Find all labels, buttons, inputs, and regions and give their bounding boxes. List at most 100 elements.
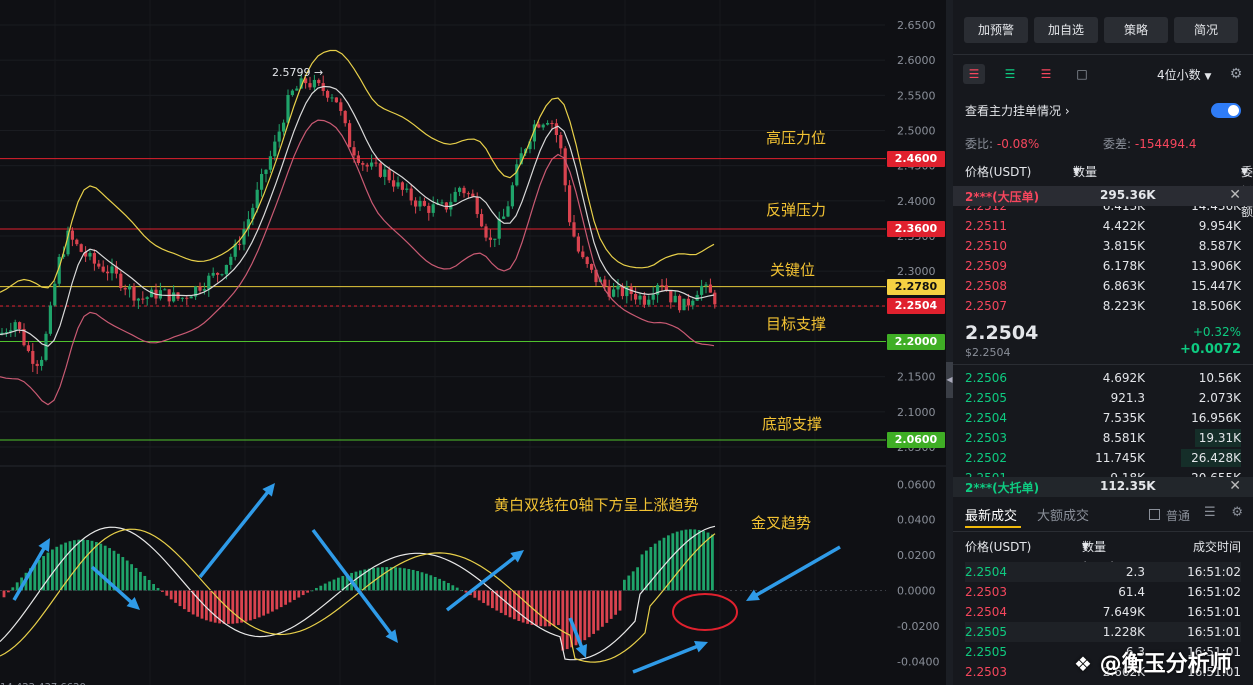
- macd-bar: [702, 531, 705, 591]
- depth-link[interactable]: 查看主力挂单情况 ›: [965, 102, 1070, 119]
- candle-body: [422, 200, 426, 206]
- candle-body: [651, 294, 655, 300]
- ask-row[interactable]: 2.2511 4.422K 9.954K: [965, 216, 1241, 236]
- macd-bar: [640, 554, 644, 591]
- candle-body: [220, 274, 224, 276]
- chevron-down-icon: ▼: [1204, 72, 1212, 82]
- ask-qty: 6.863K: [1102, 279, 1145, 293]
- ask-row[interactable]: 2.2509 6.178K 13.906K: [965, 256, 1241, 276]
- ask-banner[interactable]: 2***(大压单) 295.36K ✕: [953, 186, 1253, 206]
- ask-amount: 15.447K: [1191, 279, 1241, 293]
- candle-body: [370, 162, 374, 167]
- view-asks-icon[interactable]: ☰: [1035, 64, 1057, 84]
- candle-body: [392, 180, 396, 187]
- trade-row: 2.2504 2.3 16:51:02: [965, 562, 1241, 582]
- macd-bar: [671, 533, 675, 591]
- trade-time: 16:51:02: [1187, 585, 1241, 599]
- candle-body: [669, 290, 673, 303]
- bid-row[interactable]: 2.2502 11.745K 26.428K: [965, 448, 1241, 468]
- bid-row[interactable]: 2.2503 8.581K 19.31K: [965, 428, 1241, 448]
- candle-body: [466, 193, 470, 195]
- macd-bar: [257, 590, 261, 618]
- macd-bar: [535, 590, 538, 626]
- filter-icon[interactable]: ☰: [1204, 505, 1216, 520]
- macd-bar: [680, 530, 683, 591]
- decimal-select[interactable]: 4位小数 ▼: [1157, 66, 1211, 83]
- candle-body: [700, 285, 704, 295]
- candle-body: [414, 200, 418, 207]
- macd-bar: [37, 559, 41, 591]
- candle-body: [612, 289, 616, 297]
- macd-bar: [614, 590, 617, 615]
- candle-body: [409, 188, 413, 201]
- trade-qty: 7.649K: [1102, 605, 1145, 619]
- candle-body: [70, 230, 74, 240]
- ask-row[interactable]: 2.2507 8.223K 18.506K: [965, 296, 1241, 316]
- bid-banner[interactable]: 2***(大托单) 112.35K ✕: [953, 477, 1253, 497]
- ask-price: 2.2509: [965, 259, 1007, 273]
- view-both-icon[interactable]: ☰: [963, 64, 985, 84]
- macd-bar: [143, 575, 147, 591]
- diff-label: 委差:: [1103, 137, 1132, 151]
- chevron-right-icon: ›: [1064, 104, 1070, 118]
- trade-qty: 1.228K: [1102, 625, 1145, 639]
- tab-large-trades[interactable]: 大额成交: [1037, 505, 1089, 524]
- macd-bar: [367, 568, 371, 591]
- chevron-down-icon: ▼: [1082, 542, 1089, 552]
- macd-bar: [627, 575, 631, 591]
- macd-bar: [394, 567, 397, 591]
- macd-bar: [583, 590, 587, 641]
- bid-row[interactable]: 2.2506 4.692K 10.56K: [965, 368, 1241, 388]
- strategy-button[interactable]: 策略: [1104, 17, 1168, 43]
- view-bids-icon[interactable]: ☰: [999, 64, 1021, 84]
- watchlist-button[interactable]: 加自选: [1034, 17, 1098, 43]
- view-trades-icon[interactable]: □: [1071, 64, 1093, 84]
- candle-body: [453, 191, 457, 202]
- bid-amount: 10.56K: [1198, 371, 1241, 385]
- diff-value: -154494.4: [1134, 137, 1197, 151]
- price-tag-2.3600: 2.3600: [887, 221, 945, 237]
- level-label-target-support: 目标支撑: [766, 315, 827, 333]
- close-icon[interactable]: ✕: [1229, 478, 1241, 494]
- candle-body: [312, 79, 316, 88]
- macd-bar: [491, 590, 494, 609]
- ask-row[interactable]: 2.2510 3.815K 8.587K: [965, 236, 1241, 256]
- macd-bar: [293, 590, 296, 600]
- macd-bar: [262, 590, 265, 616]
- ask-price: 2.2511: [965, 219, 1007, 233]
- macd-bar: [477, 590, 481, 601]
- candle-body: [590, 264, 594, 270]
- candle-body: [502, 216, 506, 219]
- price-chart[interactable]: 2.65002.60002.55002.50002.45002.40002.35…: [0, 0, 946, 685]
- alert-button[interactable]: 加预警: [964, 17, 1028, 43]
- bid-amount: 2.073K: [1198, 391, 1241, 405]
- collapse-panel-button[interactable]: ◀: [946, 362, 953, 398]
- normal-checkbox[interactable]: [1149, 509, 1160, 520]
- macd-bar: [653, 543, 657, 591]
- bid-qty: 11.745K: [1095, 451, 1145, 465]
- depth-toggle[interactable]: [1211, 103, 1241, 118]
- gear-icon[interactable]: ⚙: [1231, 505, 1243, 520]
- candle-body: [295, 88, 299, 91]
- tab-latest-trades[interactable]: 最新成交: [965, 505, 1017, 524]
- candle-body: [634, 294, 638, 300]
- candle-body: [572, 222, 576, 237]
- macd-bar: [684, 529, 688, 591]
- overview-button[interactable]: 简况: [1174, 17, 1238, 43]
- macd-bar: [411, 569, 415, 591]
- candle-body: [224, 264, 228, 275]
- ask-banner-price: 2***(大压单): [965, 190, 1040, 204]
- candle-body: [708, 284, 712, 293]
- ask-row[interactable]: 2.2508 6.863K 15.447K: [965, 276, 1241, 296]
- bid-row[interactable]: 2.2504 7.535K 16.956K: [965, 408, 1241, 428]
- macd-bar: [579, 590, 582, 643]
- settings-icon[interactable]: ⚙: [1227, 65, 1245, 83]
- trend-arrow: [198, 489, 271, 579]
- macd-bar: [284, 590, 287, 605]
- candle-body: [691, 300, 695, 306]
- bid-row[interactable]: 2.2505 921.3 2.073K: [965, 388, 1241, 408]
- macd-bar: [183, 590, 186, 610]
- candle-body: [576, 236, 580, 252]
- close-icon[interactable]: ✕: [1229, 187, 1241, 203]
- ask-amount: 13.906K: [1191, 259, 1241, 273]
